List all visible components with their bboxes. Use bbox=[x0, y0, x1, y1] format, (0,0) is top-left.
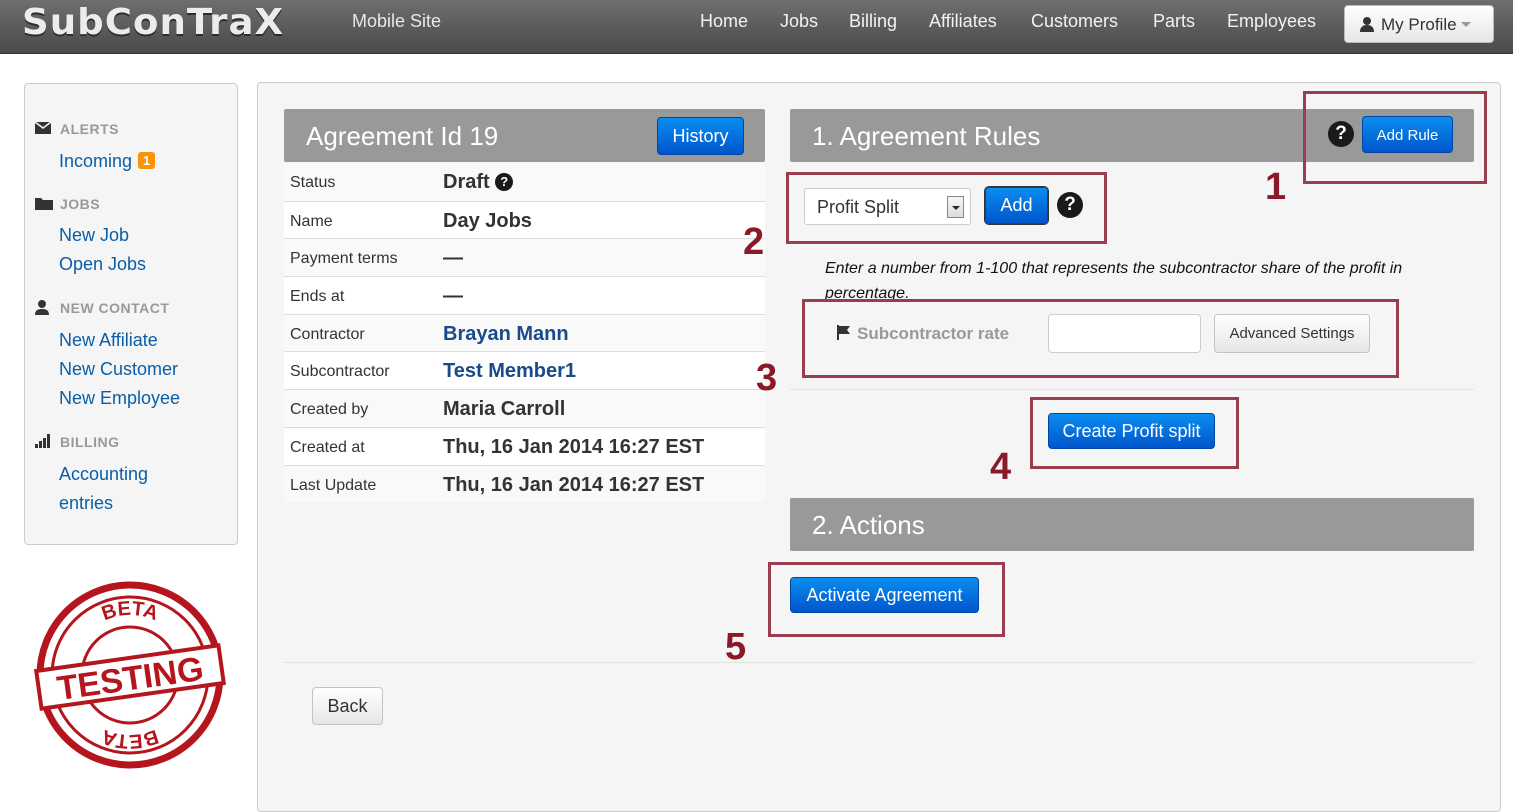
annotation-box-2 bbox=[786, 172, 1107, 244]
sidebar-item-accounting-entries[interactable]: Accounting entries bbox=[59, 464, 148, 522]
divider bbox=[284, 662, 1474, 663]
sidebar-item-new-employee[interactable]: New Employee bbox=[59, 388, 180, 409]
subcontractor-link[interactable]: Test Member1 bbox=[443, 360, 576, 383]
nav-home[interactable]: Home bbox=[700, 11, 748, 32]
actions-title: 2. Actions bbox=[812, 510, 925, 540]
table-row: Created by Maria Carroll bbox=[284, 389, 765, 427]
contractor-link[interactable]: Brayan Mann bbox=[443, 323, 569, 346]
mobile-site-link[interactable]: Mobile Site bbox=[352, 11, 441, 32]
annotation-box-1 bbox=[1303, 91, 1487, 184]
annotation-number-4: 4 bbox=[990, 446, 1012, 488]
nav-parts[interactable]: Parts bbox=[1153, 11, 1195, 32]
alerts-heading: ALERTS bbox=[35, 121, 119, 137]
brand-logo[interactable]: SubConTraX bbox=[22, 2, 284, 43]
sidebar-item-new-customer[interactable]: New Customer bbox=[59, 359, 178, 380]
nav-jobs[interactable]: Jobs bbox=[780, 11, 818, 32]
sidebar-item-open-jobs[interactable]: Open Jobs bbox=[59, 254, 146, 275]
table-row: Name Day Jobs bbox=[284, 200, 765, 239]
annotation-box-4 bbox=[1030, 397, 1239, 469]
divider bbox=[790, 389, 1474, 390]
nav-employees[interactable]: Employees bbox=[1227, 11, 1316, 32]
user-icon bbox=[35, 300, 49, 315]
table-row: Payment terms — bbox=[284, 238, 765, 277]
nav-customers[interactable]: Customers bbox=[1031, 11, 1118, 32]
signal-bars-icon bbox=[35, 434, 50, 448]
beta-testing-stamp: BETA BETA TESTING bbox=[33, 581, 227, 769]
sidebar-item-new-affiliate[interactable]: New Affiliate bbox=[59, 330, 158, 351]
annotation-box-5 bbox=[768, 562, 1005, 637]
user-icon bbox=[1360, 17, 1374, 32]
new-contact-heading: NEW CONTACT bbox=[35, 300, 169, 316]
jobs-heading: JOBS bbox=[35, 196, 100, 212]
agreement-title: Agreement Id 19 bbox=[306, 121, 499, 151]
incoming-count-badge: 1 bbox=[138, 152, 156, 169]
folder-icon bbox=[35, 198, 53, 210]
profile-label: My Profile bbox=[1381, 15, 1457, 34]
table-row: Ends at — bbox=[284, 276, 765, 314]
back-button[interactable]: Back bbox=[312, 687, 383, 725]
table-row: Last Update Thu, 16 Jan 2014 16:27 EST bbox=[284, 464, 765, 503]
svg-text:BETA: BETA bbox=[99, 725, 161, 752]
sidebar-item-incoming[interactable]: Incoming 1 bbox=[59, 151, 156, 172]
sidebar-item-new-job[interactable]: New Job bbox=[59, 225, 129, 246]
chevron-down-icon bbox=[1460, 22, 1471, 27]
svg-text:BETA: BETA bbox=[99, 598, 161, 625]
table-row: Created at Thu, 16 Jan 2014 16:27 EST bbox=[284, 426, 765, 465]
actions-header: 2. Actions bbox=[790, 498, 1474, 551]
annotation-box-3 bbox=[802, 299, 1399, 378]
annotation-number-2: 2 bbox=[743, 221, 765, 263]
help-icon[interactable]: ? bbox=[495, 173, 514, 191]
envelope-icon bbox=[35, 122, 51, 134]
table-row: Subcontractor Test Member1 bbox=[284, 351, 765, 390]
billing-heading: BILLING bbox=[35, 434, 120, 450]
top-navbar: SubConTraX Mobile Site Home Jobs Billing… bbox=[0, 0, 1513, 54]
agreement-details-table: Status Draft ? Name Day Jobs Payment terms… bbox=[284, 163, 765, 503]
nav-affiliates[interactable]: Affiliates bbox=[929, 11, 997, 32]
nav-billing[interactable]: Billing bbox=[849, 11, 897, 32]
table-row: Contractor Brayan Mann bbox=[284, 313, 765, 352]
sidebar: ALERTS Incoming 1 JOBS New Job Open Jobs … bbox=[24, 83, 238, 545]
annotation-number-5: 5 bbox=[725, 626, 747, 668]
my-profile-dropdown[interactable]: My Profile bbox=[1344, 5, 1494, 43]
annotation-number-3: 3 bbox=[756, 357, 778, 399]
history-button[interactable]: History bbox=[657, 117, 744, 155]
annotation-number-1: 1 bbox=[1265, 166, 1287, 208]
agreement-rules-title: 1. Agreement Rules bbox=[812, 121, 1041, 151]
table-row: Status Draft ? bbox=[284, 163, 765, 201]
